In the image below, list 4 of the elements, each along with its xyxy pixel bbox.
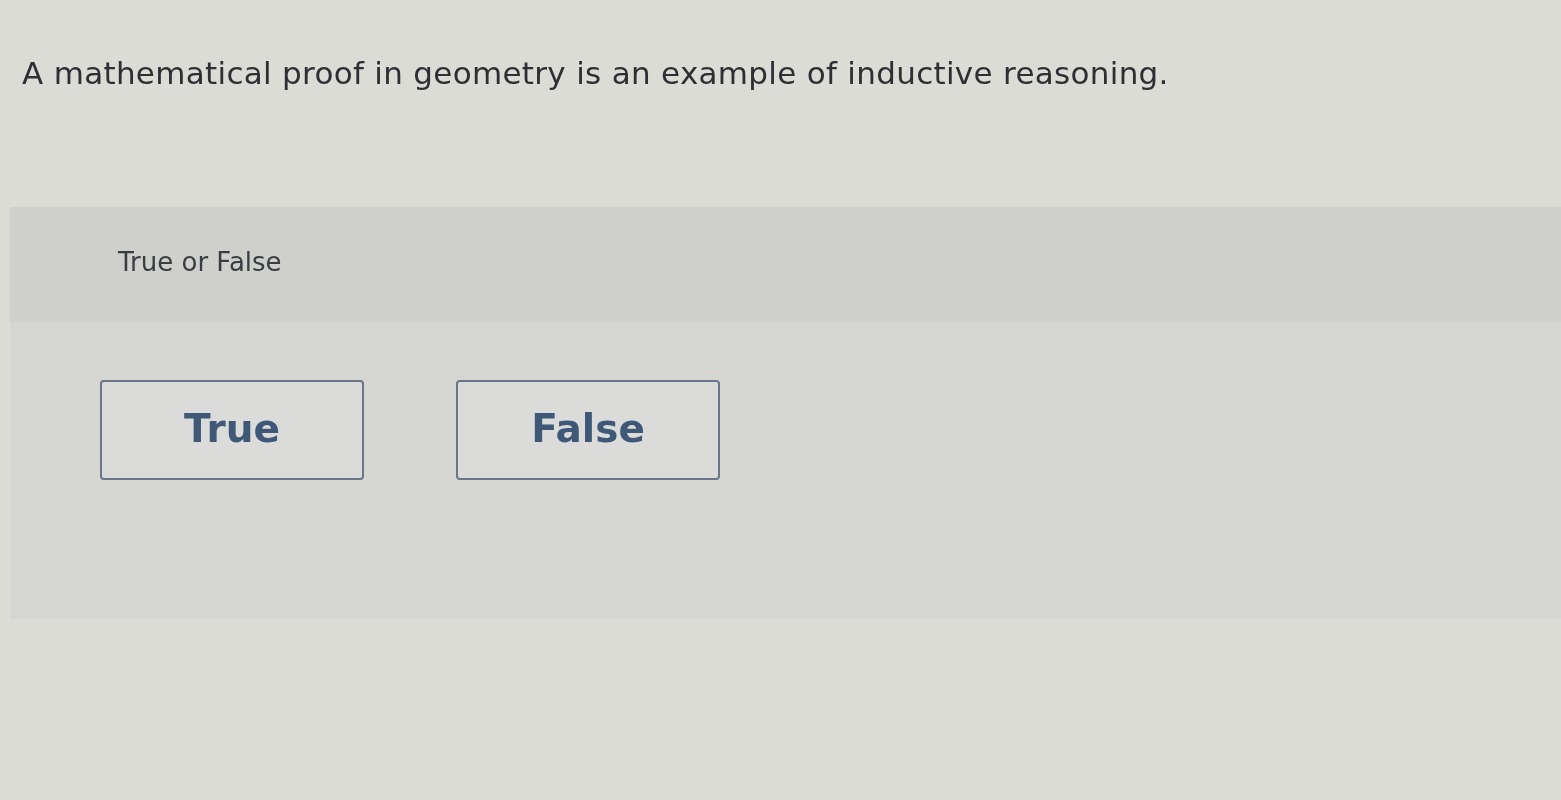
question-text: A mathematical proof in geometry is an example of inductive reasoning. [22,54,1169,93]
instruction-text: True or False [118,246,282,277]
answer-option-button[interactable]: True [100,379,364,480]
answer-option-button[interactable]: False [456,379,720,480]
